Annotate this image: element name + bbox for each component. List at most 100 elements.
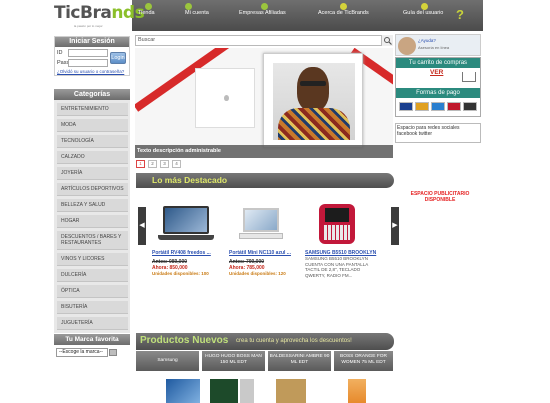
nav-label: Tienda [138,10,155,16]
product-description: SAMSUNG B5510 BROOKLYN CUENTA CON UNA PA… [305,256,369,278]
login-title: Iniciar Sesión [55,37,129,47]
product-name[interactable]: Portátil RV408 freedos ... [152,250,228,256]
nav-acerca[interactable]: Acerca de TicBrands [318,0,380,31]
category-item[interactable]: DULCERÍA [57,269,128,282]
nav-empresas-afiliadas[interactable]: Empresas Afiliadas [239,0,299,31]
tab-samsung[interactable]: Samsung [136,351,200,371]
cart-icon[interactable] [462,72,476,82]
carousel-prev-button[interactable]: ◀ [138,207,146,245]
carousel-next-button[interactable]: ▶ [391,207,399,245]
pager-page-4[interactable]: 4 [172,160,181,168]
search-input[interactable]: Buscar [135,35,393,46]
product-name[interactable]: Portátil Mini NC110 azul ... [229,250,305,256]
product-image[interactable] [305,204,381,248]
category-item[interactable]: VINOS Y LICORES [57,253,128,266]
top-header: TicBrands la pasión por lo mejor Tienda … [52,0,483,31]
help-chat-widget[interactable]: ¿Ayuda? Asesoría en línea [395,34,481,56]
category-item[interactable]: JOYERÍA [57,167,128,180]
category-item[interactable]: ENTRETENIMIENTO [57,103,128,116]
category-item[interactable]: CALZADO [57,151,128,164]
categories-title: Categorías [54,89,130,100]
tab-baldessarini[interactable]: BALDESSARINI AMBRE 90 ML EDT [268,351,332,371]
cart-title: Tu carrito de compras [396,58,480,68]
banner-photo [273,63,355,140]
hero-banner[interactable] [135,48,393,158]
nav-label: Guía del usuario [403,10,444,16]
login-button[interactable]: Login [110,52,126,64]
category-item[interactable]: ARTÍCULOS DEPORTIVOS [57,183,128,196]
companies-icon [261,3,268,10]
diners-card-icon [447,102,461,111]
category-item[interactable]: DESCUENTOS / BARES Y RESTAURANTES [57,231,128,250]
product-thumbnail[interactable] [240,379,254,403]
product-card[interactable]: Portátil RV408 freedos ... Antes: 989,00… [152,204,228,276]
category-item[interactable]: HOGAR [57,215,128,228]
store-icon [145,3,152,10]
nav-label: Acerca de TicBrands [318,10,369,16]
category-item[interactable]: BISUTERÍA [57,301,128,314]
social-networks-box[interactable]: Espacio para redes sociales facebook twi… [395,123,481,143]
tab-hugo-boss-man[interactable]: HUGO HUGO BOSS MAN 150 ML EDT [202,351,266,371]
info-icon [340,3,347,10]
gift-box-image [195,68,255,128]
chat-title: ¿Ayuda? [418,38,436,43]
id-label: ID [57,50,63,56]
visa-card-icon [399,102,413,111]
nav-tienda[interactable]: Tienda [138,0,158,31]
payment-methods-title: Formas de pago [396,88,480,98]
pager-page-3[interactable]: 3 [160,160,169,168]
category-item[interactable]: BELLEZA Y SALUD [57,199,128,212]
product-thumbnail[interactable] [276,379,306,403]
product-card[interactable]: SAMSUNG B5510 BROOKLYN SAMSUNG B5510 BRO… [305,204,381,278]
new-products-subtitle: crea tu cuenta y aprovecha los descuento… [236,338,352,344]
new-products-header: Productos Nuevos crea tu cuenta y aprove… [136,333,394,350]
forgot-password-link[interactable]: ¿Olvidó su usuario o contraseña? [57,69,124,74]
amex-card-icon [431,102,445,111]
categories-panel: Categorías ENTRETENIMIENTO MODA TECNOLOGÍA… [54,89,130,333]
nav-mi-cuenta[interactable]: Mi cuenta [181,0,211,31]
featured-title: Lo más Destacado [152,175,228,185]
product-card[interactable]: Portátil Mini NC110 azul ... Antes: 799,… [229,204,305,276]
pager-page-1[interactable]: 1 [136,160,145,168]
product-thumbnail[interactable] [166,379,200,403]
product-image[interactable] [152,204,228,248]
product-thumbnail[interactable] [348,379,366,403]
help-icon[interactable]: ? [456,7,464,22]
banner-photo-frame [263,53,363,148]
logo-tagline: la pasión por lo mejor [74,24,103,28]
product-units: Unidades disponibles: 100 [152,271,209,276]
search-icon[interactable] [381,35,393,46]
brand-select[interactable]: --Escoge la marca-- [56,348,108,357]
new-products-tabs: Samsung HUGO HUGO BOSS MAN 150 ML EDT BA… [136,351,394,371]
nav-guia[interactable]: Guía del usuario [403,0,453,31]
chat-subtitle: Asesoría en línea [418,45,450,50]
category-item[interactable]: ÓPTICA [57,285,128,298]
brand-go-button[interactable] [109,349,117,356]
bank-card-icon [463,102,477,111]
id-input[interactable] [68,49,108,57]
pager-page-2[interactable]: 2 [148,160,157,168]
product-units: Unidades disponibles: 120 [229,271,286,276]
cart-box: Tu carrito de compras VER Formas de pago [395,57,481,117]
product-thumbnail[interactable] [210,379,238,403]
nav-label: Mi cuenta [185,10,209,16]
apple-logo-icon [224,95,229,101]
logo-text: TicBrands [54,3,145,23]
categories-list: ENTRETENIMIENTO MODA TECNOLOGÍA CALZADO JOYE… [54,103,130,333]
login-box: Iniciar Sesión ID Pass Login ¿Olvidó su … [54,36,130,76]
password-input[interactable] [68,59,108,67]
category-item[interactable]: JUGUETERÍA [57,317,128,330]
new-products-row [136,376,394,403]
category-item[interactable]: MODA [57,119,128,132]
site-logo[interactable]: TicBrands la pasión por lo mejor [52,0,145,31]
agent-avatar [398,37,416,55]
guide-icon [421,3,428,10]
featured-header: Lo más Destacado [136,173,394,188]
ad-space-text: ESPACIO PUBLICITARIO DISPONIBLE [410,191,470,203]
tab-boss-orange[interactable]: BOSS ORANGE FOR WOMEN 75 ML EDT [334,351,394,371]
product-image[interactable] [229,204,305,248]
category-item[interactable]: TECNOLOGÍA [57,135,128,148]
mastercard-icon [415,102,429,111]
banner-caption: Texto descripción administrable [135,145,393,158]
cart-view-link[interactable]: VER [430,69,443,76]
